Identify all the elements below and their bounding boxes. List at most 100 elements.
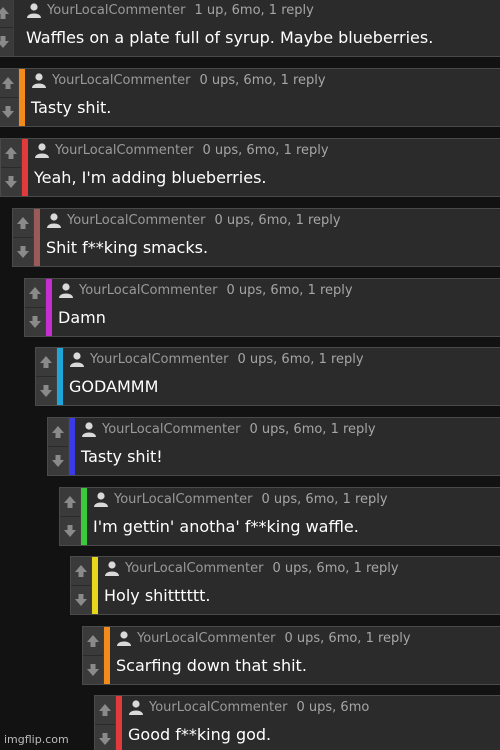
username-link[interactable]: YourLocalCommenter [114,492,252,507]
vote-controls [0,0,14,56]
comment-text: Tasty shit. [31,98,112,117]
downvote-button[interactable] [71,586,91,614]
down-arrow-icon [17,246,29,258]
downvote-button[interactable] [0,28,13,56]
comment-stats: 0 ups, 6mo, 1 reply [202,142,329,158]
username-link[interactable]: YourLocalCommenter [79,283,217,298]
comment: YourLocalCommenter 0 ups, 6mo, 1 reply G… [35,347,500,406]
user-icon[interactable] [58,282,74,298]
upvote-button[interactable] [25,279,45,308]
upvote-button[interactable] [0,69,18,98]
comment-meta: YourLocalCommenter 1 up, 6mo, 1 reply [26,2,314,18]
user-icon[interactable] [104,560,120,576]
upvote-button[interactable] [36,348,56,377]
comment-text: Waffles on a plate full of syrup. Maybe … [26,28,434,47]
comment-body: YourLocalCommenter 0 ups, 6mo Good f**ki… [122,696,500,750]
comment-stats: 0 ups, 6mo, 1 reply [214,212,341,228]
comment: YourLocalCommenter 1 up, 6mo, 1 reply Wa… [0,0,500,57]
up-arrow-icon [17,217,29,229]
upvote-button[interactable] [60,488,80,517]
user-icon[interactable] [116,630,132,646]
comment-text: Holy shitttttt. [104,586,211,605]
username-link[interactable]: YourLocalCommenter [52,73,190,88]
user-icon[interactable] [93,491,109,507]
user-icon[interactable] [46,212,62,228]
upvote-button[interactable] [48,418,68,447]
up-arrow-icon [5,147,17,159]
comment: YourLocalCommenter 0 ups, 6mo, 1 reply Y… [0,138,500,197]
comment-stats: 0 ups, 6mo, 1 reply [249,421,376,437]
user-icon[interactable] [31,72,47,88]
username-link[interactable]: YourLocalCommenter [90,352,228,367]
down-arrow-icon [99,733,111,745]
username-link[interactable]: YourLocalCommenter [47,3,185,18]
comment-meta: YourLocalCommenter 0 ups, 6mo, 1 reply [58,282,353,298]
downvote-button[interactable] [60,517,80,545]
username-link[interactable]: YourLocalCommenter [137,631,275,646]
comment-body: YourLocalCommenter 0 ups, 6mo, 1 reply S… [40,209,500,266]
downvote-button[interactable] [48,447,68,475]
down-arrow-icon [29,316,41,328]
comment-meta: YourLocalCommenter 0 ups, 6mo, 1 reply [34,142,329,158]
comment: YourLocalCommenter 0 ups, 6mo, 1 reply I… [59,487,500,546]
comment-meta: YourLocalCommenter 0 ups, 6mo, 1 reply [104,560,399,576]
down-arrow-icon [0,36,9,48]
comment-text: I'm gettin' anotha' f**king waffle. [93,517,359,536]
comment-body: YourLocalCommenter 0 ups, 6mo, 1 reply H… [98,557,500,614]
downvote-button[interactable] [13,238,33,266]
vote-controls [36,348,57,405]
comment-stats: 0 ups, 6mo, 1 reply [284,630,411,646]
user-icon[interactable] [34,142,50,158]
comment-stats: 0 ups, 6mo [296,699,370,715]
comment: YourLocalCommenter 0 ups, 6mo, 1 reply T… [0,68,500,127]
upvote-button[interactable] [1,139,21,168]
user-icon[interactable] [81,421,97,437]
comment: YourLocalCommenter 0 ups, 6mo, 1 reply H… [70,556,500,615]
comment-stats: 0 ups, 6mo, 1 reply [199,72,326,88]
username-link[interactable]: YourLocalCommenter [55,143,193,158]
comment-body: YourLocalCommenter 0 ups, 6mo, 1 reply T… [75,418,500,475]
user-icon[interactable] [26,2,42,18]
downvote-button[interactable] [0,98,18,126]
up-arrow-icon [2,77,14,89]
watermark: imgflip.com [4,733,69,746]
username-link[interactable]: YourLocalCommenter [125,561,263,576]
comment-meta: YourLocalCommenter 0 ups, 6mo, 1 reply [31,72,326,88]
downvote-button[interactable] [95,725,115,750]
upvote-button[interactable] [83,627,103,656]
upvote-button[interactable] [13,209,33,238]
username-link[interactable]: YourLocalCommenter [67,213,205,228]
down-arrow-icon [64,525,76,537]
user-icon[interactable] [69,351,85,367]
down-arrow-icon [40,385,52,397]
username-link[interactable]: YourLocalCommenter [102,422,240,437]
downvote-button[interactable] [83,656,103,684]
comment-stats: 0 ups, 6mo, 1 reply [237,351,364,367]
comment-stats: 0 ups, 6mo, 1 reply [226,282,353,298]
downvote-button[interactable] [36,377,56,405]
comment-meta: YourLocalCommenter 0 ups, 6mo, 1 reply [93,491,388,507]
vote-controls [60,488,81,545]
comment-body: YourLocalCommenter 0 ups, 6mo, 1 reply T… [25,69,500,126]
downvote-button[interactable] [25,308,45,336]
comment: YourLocalCommenter 0 ups, 6mo Good f**ki… [94,695,500,750]
comment-text: Damn [58,308,106,327]
up-arrow-icon [64,496,76,508]
upvote-button[interactable] [95,696,115,725]
vote-controls [71,557,92,614]
comment-meta: YourLocalCommenter 0 ups, 6mo, 1 reply [69,351,364,367]
down-arrow-icon [87,664,99,676]
comment-text: GODAMMM [69,377,159,396]
down-arrow-icon [2,106,14,118]
comment-stats: 0 ups, 6mo, 1 reply [272,560,399,576]
upvote-button[interactable] [71,557,91,586]
up-arrow-icon [75,565,87,577]
down-arrow-icon [5,176,17,188]
downvote-button[interactable] [1,168,21,196]
user-icon[interactable] [128,699,144,715]
comment-meta: YourLocalCommenter 0 ups, 6mo, 1 reply [46,212,341,228]
upvote-button[interactable] [0,0,13,28]
comment-stats: 0 ups, 6mo, 1 reply [261,491,388,507]
comment-meta: YourLocalCommenter 0 ups, 6mo, 1 reply [81,421,376,437]
username-link[interactable]: YourLocalCommenter [149,700,287,715]
